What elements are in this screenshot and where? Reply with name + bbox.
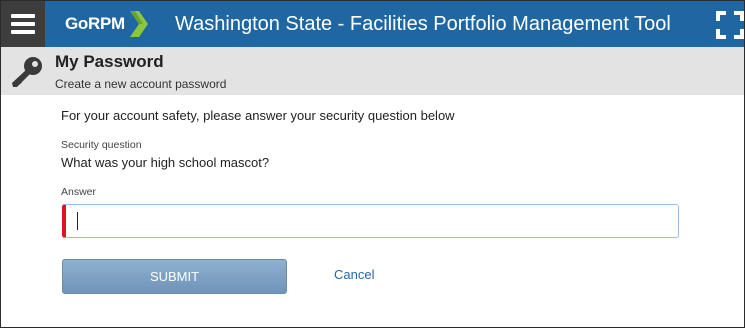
answer-label: Answer xyxy=(61,186,97,198)
intro-text: For your account safety, please answer y… xyxy=(61,108,455,123)
cancel-link[interactable]: Cancel xyxy=(334,267,374,282)
gorpm-logo-icon xyxy=(129,11,148,37)
brand-name: GoRPM xyxy=(65,14,125,33)
app-window: GoRPM Washington State - Facilities Port… xyxy=(0,0,745,328)
top-bar: GoRPM Washington State - Facilities Port… xyxy=(1,1,744,47)
app-title: Washington State - Facilities Portfolio … xyxy=(175,13,671,35)
hamburger-menu-icon[interactable] xyxy=(1,1,45,47)
answer-input[interactable] xyxy=(62,204,679,238)
security-question-label: Security question xyxy=(61,139,142,151)
page-title: My Password xyxy=(55,52,164,71)
security-question-text: What was your high school mascot? xyxy=(61,155,270,170)
key-icon xyxy=(12,57,42,87)
page-header: My Password Create a new account passwor… xyxy=(1,47,744,95)
brand: GoRPM xyxy=(65,1,149,47)
page-subtitle: Create a new account password xyxy=(55,77,227,91)
text-caret xyxy=(77,212,78,230)
fullscreen-icon[interactable] xyxy=(716,11,744,39)
submit-button[interactable]: SUBMIT xyxy=(62,259,287,294)
